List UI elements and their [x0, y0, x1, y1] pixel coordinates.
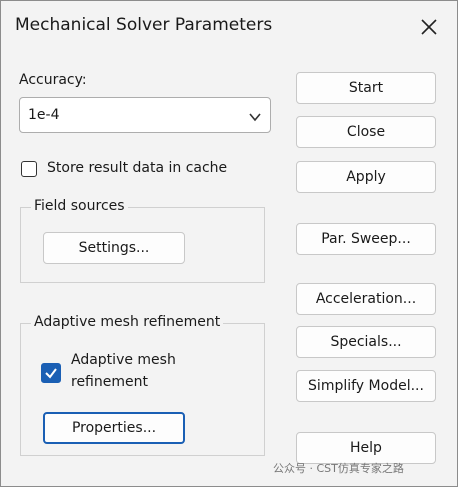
close-icon[interactable] [415, 13, 443, 41]
store-cache-checkbox[interactable] [21, 161, 37, 177]
simplify-model-button[interactable]: Simplify Model... [296, 370, 436, 402]
title-bar: Mechanical Solver Parameters [1, 1, 457, 51]
settings-button[interactable]: Settings... [43, 232, 185, 264]
acceleration-button[interactable]: Acceleration... [296, 283, 436, 315]
accuracy-label: Accuracy: [19, 72, 87, 88]
watermark-text: 公众号 · CST仿真专家之路 [273, 462, 404, 475]
par-sweep-button[interactable]: Par. Sweep... [296, 223, 436, 255]
specials-button[interactable]: Specials... [296, 326, 436, 358]
field-sources-title: Field sources [31, 198, 128, 214]
adaptive-mesh-title: Adaptive mesh refinement [31, 314, 224, 330]
accuracy-value: 1e-4 [28, 107, 60, 123]
apply-button[interactable]: Apply [296, 161, 436, 193]
solver-dialog: Mechanical Solver Parameters Accuracy: 1… [0, 0, 458, 487]
adaptive-mesh-label-line1: Adaptive mesh [71, 352, 176, 368]
window-title: Mechanical Solver Parameters [15, 15, 273, 35]
chevron-down-icon [248, 109, 262, 123]
start-button[interactable]: Start [296, 72, 436, 104]
adaptive-mesh-checkbox[interactable] [41, 363, 61, 383]
accuracy-dropdown[interactable]: 1e-4 [19, 97, 271, 133]
adaptive-mesh-label-line2: refinement [71, 374, 148, 390]
close-button[interactable]: Close [296, 116, 436, 148]
properties-button[interactable]: Properties... [43, 412, 185, 444]
store-cache-label: Store result data in cache [47, 160, 228, 176]
